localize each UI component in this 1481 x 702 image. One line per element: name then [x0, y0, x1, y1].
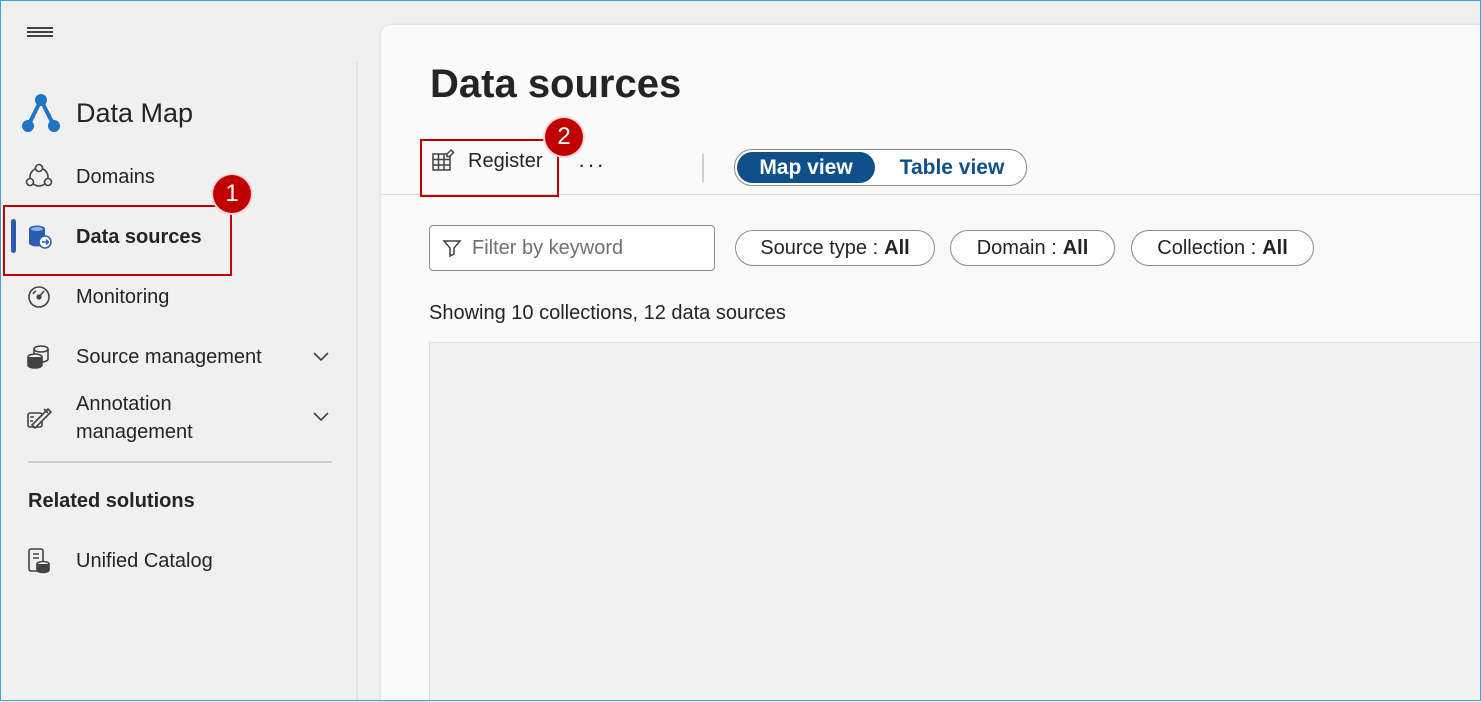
- sidebar-divider: [28, 461, 332, 463]
- sidebar-item-source-management[interactable]: Source management: [24, 342, 262, 372]
- sidebar-item-annotation-management[interactable]: Annotation management: [24, 390, 226, 446]
- monitoring-icon: [24, 282, 54, 312]
- pill-label: Source type :: [760, 236, 879, 259]
- sidebar-item-domains[interactable]: Domains: [24, 162, 155, 192]
- sidebar-item-label: Annotation management: [76, 393, 193, 443]
- register-grid-icon: [432, 148, 455, 171]
- sidebar-item-label: Source management: [76, 345, 262, 368]
- domain-filter[interactable]: Domain : All: [950, 230, 1115, 266]
- source-type-filter[interactable]: Source type : All: [735, 230, 935, 266]
- collection-filter[interactable]: Collection : All: [1131, 230, 1314, 266]
- pill-label: Collection :: [1157, 236, 1257, 259]
- unified-catalog-icon: [24, 546, 54, 576]
- sidebar-item-label: Unified Catalog: [76, 549, 213, 572]
- toolbar-divider: [381, 194, 1481, 195]
- sidebar-item-label: Monitoring: [76, 285, 170, 308]
- annotation-management-icon: [24, 403, 54, 433]
- map-canvas[interactable]: [429, 342, 1481, 702]
- toolbar-separator: [702, 154, 704, 182]
- filter-keyword-input[interactable]: [472, 236, 702, 260]
- sidebar-scroll-track: [356, 62, 358, 701]
- register-label: Register: [468, 149, 543, 172]
- sidebar-item-label: Domains: [76, 165, 155, 188]
- chevron-down-icon[interactable]: [312, 348, 330, 366]
- results-summary: Showing 10 collections, 12 data sources: [429, 302, 786, 324]
- sidebar-item-unified-catalog[interactable]: Unified Catalog: [24, 546, 213, 576]
- chevron-down-icon[interactable]: [312, 408, 330, 426]
- brand-name: Data Map: [76, 97, 194, 128]
- sidebar-item-data-sources[interactable]: Data sources: [24, 222, 202, 252]
- related-solutions-heading: Related solutions: [28, 490, 195, 512]
- domains-icon: [24, 162, 54, 192]
- more-options-button[interactable]: ···: [578, 152, 606, 178]
- filter-icon: [442, 240, 462, 258]
- source-management-icon: [24, 342, 54, 372]
- page-title: Data sources: [430, 62, 682, 106]
- pill-value: All: [884, 236, 910, 259]
- map-view-button[interactable]: Map view: [737, 152, 875, 183]
- sidebar-item-label: Data sources: [76, 225, 202, 248]
- callout-badge-1: 1: [213, 175, 251, 213]
- pill-label: Domain :: [976, 236, 1057, 259]
- table-view-button[interactable]: Table view: [883, 152, 1021, 183]
- register-button[interactable]: Register: [430, 148, 542, 174]
- data-sources-icon: [24, 222, 54, 252]
- pill-value: All: [1262, 236, 1288, 259]
- sidebar-item-monitoring[interactable]: Monitoring: [24, 282, 169, 312]
- view-toggle: Map view Table view: [734, 149, 1027, 186]
- hamburger-menu-icon[interactable]: [27, 26, 53, 38]
- active-indicator: [11, 219, 16, 253]
- filter-field[interactable]: [429, 225, 715, 271]
- brand: Data Map: [20, 92, 193, 134]
- data-map-logo-icon: [22, 94, 60, 132]
- callout-badge-2: 2: [545, 118, 583, 156]
- pill-value: All: [1062, 236, 1089, 259]
